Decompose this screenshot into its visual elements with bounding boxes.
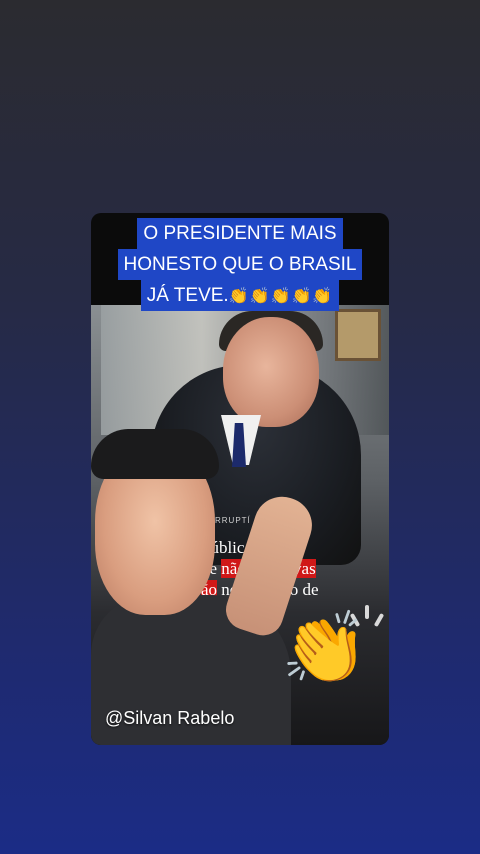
clapping-hands-sticker: 👏 bbox=[281, 607, 369, 689]
video-card[interactable]: O PRESIDENTE MAIS HONESTO QUE O BRASIL J… bbox=[91, 213, 389, 745]
caption-line-1: O PRESIDENTE MAIS bbox=[137, 218, 343, 249]
wall-frame bbox=[335, 309, 381, 361]
caption-line-2: HONESTO QUE O BRASIL bbox=[117, 249, 363, 280]
username-watermark: @Silvan Rabelo bbox=[105, 708, 235, 728]
man-in-suit-face bbox=[223, 317, 319, 427]
caption-line-3: JÁ TEVE.👏👏👏👏👏 bbox=[140, 280, 340, 311]
caption-overlay: O PRESIDENTE MAIS HONESTO QUE O BRASIL J… bbox=[91, 213, 389, 311]
selfie-man-hair bbox=[91, 429, 219, 479]
clapping-emoji: 👏👏👏👏👏 bbox=[228, 286, 334, 305]
caption-line-3-text: JÁ TEVE. bbox=[146, 285, 229, 306]
